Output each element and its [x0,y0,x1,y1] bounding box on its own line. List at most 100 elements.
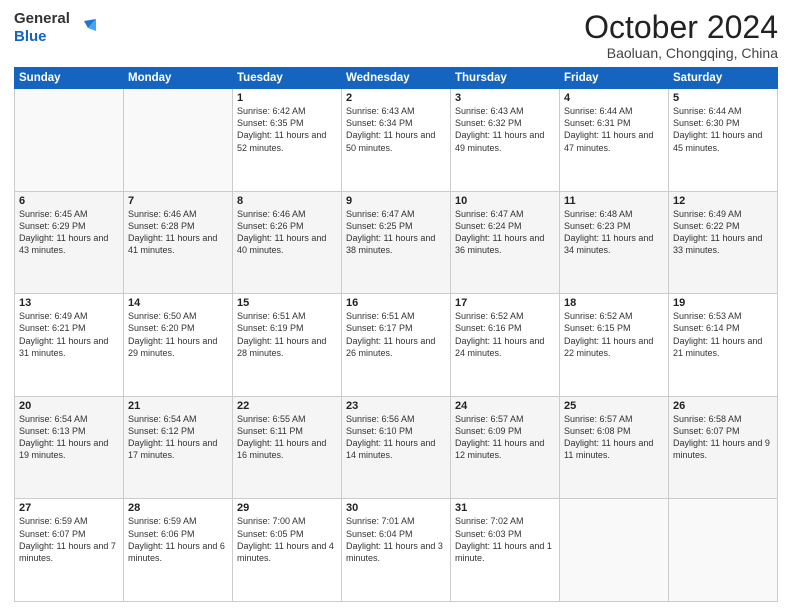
cell-info: Sunrise: 6:47 AM Sunset: 6:25 PM Dayligh… [346,208,446,257]
cell-info: Sunrise: 6:51 AM Sunset: 6:17 PM Dayligh… [346,310,446,359]
cell-info: Sunrise: 6:44 AM Sunset: 6:30 PM Dayligh… [673,105,773,154]
cell-info: Sunrise: 6:52 AM Sunset: 6:16 PM Dayligh… [455,310,555,359]
logo-bird-icon [74,17,96,39]
calendar-cell: 26Sunrise: 6:58 AM Sunset: 6:07 PM Dayli… [669,396,778,499]
calendar-cell: 14Sunrise: 6:50 AM Sunset: 6:20 PM Dayli… [124,294,233,397]
calendar-cell: 1Sunrise: 6:42 AM Sunset: 6:35 PM Daylig… [233,89,342,192]
month-title: October 2024 [584,10,778,45]
calendar-cell: 28Sunrise: 6:59 AM Sunset: 6:06 PM Dayli… [124,499,233,602]
calendar-cell: 29Sunrise: 7:00 AM Sunset: 6:05 PM Dayli… [233,499,342,602]
day-number: 30 [346,502,446,514]
day-number: 24 [455,400,555,412]
day-number: 25 [564,400,664,412]
logo-general: General [14,10,70,27]
cell-info: Sunrise: 6:47 AM Sunset: 6:24 PM Dayligh… [455,208,555,257]
day-number: 6 [19,195,119,207]
cell-info: Sunrise: 6:57 AM Sunset: 6:08 PM Dayligh… [564,413,664,462]
day-number: 17 [455,297,555,309]
cell-info: Sunrise: 6:52 AM Sunset: 6:15 PM Dayligh… [564,310,664,359]
day-number: 4 [564,92,664,104]
day-number: 1 [237,92,337,104]
header-monday: Monday [124,68,233,89]
cell-info: Sunrise: 7:02 AM Sunset: 6:03 PM Dayligh… [455,515,555,564]
calendar-cell: 21Sunrise: 6:54 AM Sunset: 6:12 PM Dayli… [124,396,233,499]
header: General Blue October 2024 Baoluan, Chong… [14,10,778,61]
day-number: 28 [128,502,228,514]
location-title: Baoluan, Chongqing, China [584,45,778,61]
day-number: 12 [673,195,773,207]
calendar-cell: 8Sunrise: 6:46 AM Sunset: 6:26 PM Daylig… [233,191,342,294]
calendar-cell: 18Sunrise: 6:52 AM Sunset: 6:15 PM Dayli… [560,294,669,397]
day-number: 20 [19,400,119,412]
cell-info: Sunrise: 6:59 AM Sunset: 6:07 PM Dayligh… [19,515,119,564]
day-number: 9 [346,195,446,207]
day-number: 2 [346,92,446,104]
calendar-cell: 27Sunrise: 6:59 AM Sunset: 6:07 PM Dayli… [15,499,124,602]
cell-info: Sunrise: 6:54 AM Sunset: 6:12 PM Dayligh… [128,413,228,462]
cell-info: Sunrise: 6:49 AM Sunset: 6:22 PM Dayligh… [673,208,773,257]
cell-info: Sunrise: 6:49 AM Sunset: 6:21 PM Dayligh… [19,310,119,359]
calendar-cell: 15Sunrise: 6:51 AM Sunset: 6:19 PM Dayli… [233,294,342,397]
day-number: 26 [673,400,773,412]
calendar-cell: 9Sunrise: 6:47 AM Sunset: 6:25 PM Daylig… [342,191,451,294]
cell-info: Sunrise: 6:44 AM Sunset: 6:31 PM Dayligh… [564,105,664,154]
calendar: SundayMondayTuesdayWednesdayThursdayFrid… [14,67,778,602]
day-number: 16 [346,297,446,309]
calendar-cell: 13Sunrise: 6:49 AM Sunset: 6:21 PM Dayli… [15,294,124,397]
cell-info: Sunrise: 6:57 AM Sunset: 6:09 PM Dayligh… [455,413,555,462]
calendar-cell: 4Sunrise: 6:44 AM Sunset: 6:31 PM Daylig… [560,89,669,192]
header-saturday: Saturday [669,68,778,89]
cell-info: Sunrise: 6:51 AM Sunset: 6:19 PM Dayligh… [237,310,337,359]
calendar-cell: 11Sunrise: 6:48 AM Sunset: 6:23 PM Dayli… [560,191,669,294]
cell-info: Sunrise: 6:43 AM Sunset: 6:34 PM Dayligh… [346,105,446,154]
calendar-cell [669,499,778,602]
calendar-cell: 31Sunrise: 7:02 AM Sunset: 6:03 PM Dayli… [451,499,560,602]
calendar-cell: 5Sunrise: 6:44 AM Sunset: 6:30 PM Daylig… [669,89,778,192]
logo-blue: Blue [14,28,47,45]
calendar-cell [124,89,233,192]
calendar-cell: 25Sunrise: 6:57 AM Sunset: 6:08 PM Dayli… [560,396,669,499]
calendar-cell: 3Sunrise: 6:43 AM Sunset: 6:32 PM Daylig… [451,89,560,192]
logo-text: General Blue [14,10,70,45]
calendar-cell: 19Sunrise: 6:53 AM Sunset: 6:14 PM Dayli… [669,294,778,397]
calendar-cell: 24Sunrise: 6:57 AM Sunset: 6:09 PM Dayli… [451,396,560,499]
header-wednesday: Wednesday [342,68,451,89]
day-number: 19 [673,297,773,309]
cell-info: Sunrise: 6:54 AM Sunset: 6:13 PM Dayligh… [19,413,119,462]
cell-info: Sunrise: 6:43 AM Sunset: 6:32 PM Dayligh… [455,105,555,154]
day-number: 11 [564,195,664,207]
calendar-cell: 30Sunrise: 7:01 AM Sunset: 6:04 PM Dayli… [342,499,451,602]
day-number: 7 [128,195,228,207]
calendar-cell: 2Sunrise: 6:43 AM Sunset: 6:34 PM Daylig… [342,89,451,192]
cell-info: Sunrise: 6:53 AM Sunset: 6:14 PM Dayligh… [673,310,773,359]
calendar-cell: 16Sunrise: 6:51 AM Sunset: 6:17 PM Dayli… [342,294,451,397]
day-number: 14 [128,297,228,309]
calendar-cell: 7Sunrise: 6:46 AM Sunset: 6:28 PM Daylig… [124,191,233,294]
cell-info: Sunrise: 6:46 AM Sunset: 6:26 PM Dayligh… [237,208,337,257]
day-number: 15 [237,297,337,309]
cell-info: Sunrise: 7:00 AM Sunset: 6:05 PM Dayligh… [237,515,337,564]
cell-info: Sunrise: 6:45 AM Sunset: 6:29 PM Dayligh… [19,208,119,257]
day-number: 13 [19,297,119,309]
calendar-cell: 6Sunrise: 6:45 AM Sunset: 6:29 PM Daylig… [15,191,124,294]
calendar-cell: 22Sunrise: 6:55 AM Sunset: 6:11 PM Dayli… [233,396,342,499]
title-block: October 2024 Baoluan, Chongqing, China [584,10,778,61]
calendar-cell: 20Sunrise: 6:54 AM Sunset: 6:13 PM Dayli… [15,396,124,499]
day-number: 29 [237,502,337,514]
day-number: 18 [564,297,664,309]
day-number: 27 [19,502,119,514]
day-number: 8 [237,195,337,207]
day-number: 5 [673,92,773,104]
day-number: 23 [346,400,446,412]
day-number: 10 [455,195,555,207]
day-number: 22 [237,400,337,412]
header-thursday: Thursday [451,68,560,89]
calendar-cell: 12Sunrise: 6:49 AM Sunset: 6:22 PM Dayli… [669,191,778,294]
header-tuesday: Tuesday [233,68,342,89]
cell-info: Sunrise: 6:50 AM Sunset: 6:20 PM Dayligh… [128,310,228,359]
header-friday: Friday [560,68,669,89]
day-number: 21 [128,400,228,412]
cell-info: Sunrise: 6:56 AM Sunset: 6:10 PM Dayligh… [346,413,446,462]
cell-info: Sunrise: 6:46 AM Sunset: 6:28 PM Dayligh… [128,208,228,257]
logo: General Blue [14,10,96,45]
